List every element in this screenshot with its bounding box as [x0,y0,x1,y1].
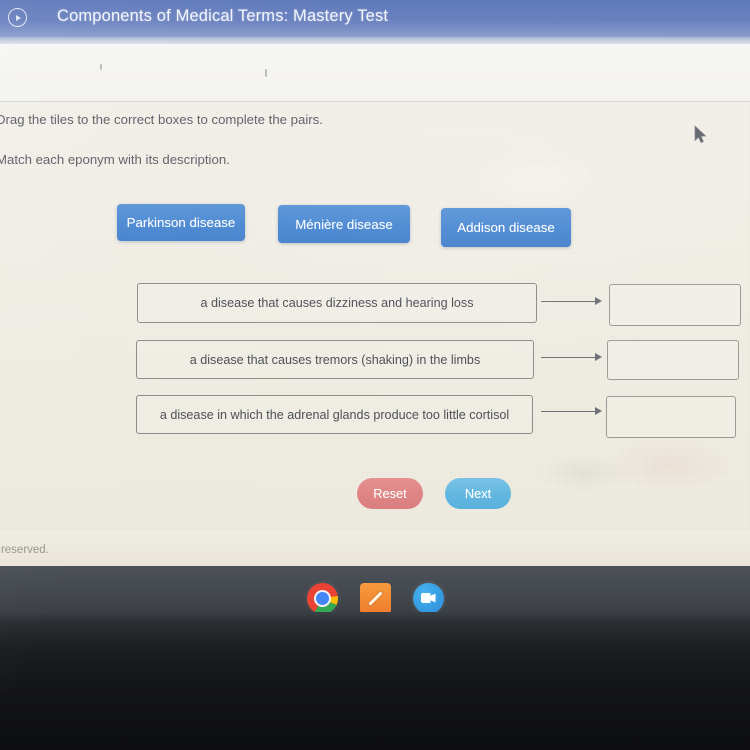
screen-area: Components of Medical Terms: Mastery Tes… [0,0,750,622]
next-button[interactable]: Next [445,478,511,509]
instruction-line-2: Match each eponym with its description. [0,152,230,167]
draggable-tile[interactable]: Parkinson disease [117,204,245,241]
copyright-text: s reserved. [0,544,49,556]
photographed-screen: Components of Medical Terms: Mastery Tes… [0,0,750,750]
app-header-bar: Components of Medical Terms: Mastery Tes… [0,0,750,47]
description-box: a disease that causes tremors (shaking) … [136,340,534,379]
description-box: a disease in which the adrenal glands pr… [136,395,533,434]
drop-target[interactable] [607,340,739,380]
arrow-right-icon [541,295,603,307]
zoom-video-icon[interactable] [412,582,444,614]
footer-band [0,530,750,566]
draggable-tile[interactable]: Addison disease [441,208,571,247]
monitor-bezel [0,612,750,750]
screen-speck [265,69,267,77]
draggable-tile[interactable]: Ménière disease [278,205,410,243]
taskbar-icon-group [0,580,750,616]
page-title: Components of Medical Terms: Mastery Tes… [57,7,389,25]
back-arrow-circle-icon[interactable] [8,8,27,27]
mouse-cursor [694,125,707,144]
top-content-strip [0,44,750,102]
reset-button[interactable]: Reset [357,478,423,509]
drop-target[interactable] [606,396,736,438]
description-box: a disease that causes dizziness and hear… [137,283,537,323]
arrow-right-icon [541,351,603,363]
arrow-right-icon [541,405,603,417]
notes-pencil-icon[interactable] [359,582,391,614]
instruction-line-1: Drag the tiles to the correct boxes to c… [0,112,323,127]
chrome-icon[interactable] [306,582,338,614]
screen-speck [100,64,102,70]
drop-target[interactable] [609,284,741,326]
